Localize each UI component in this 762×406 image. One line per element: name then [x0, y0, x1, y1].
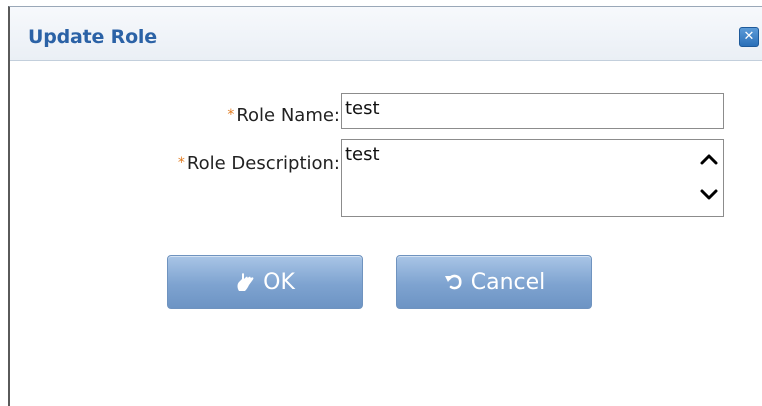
role-name-input[interactable]: test	[341, 93, 724, 129]
ok-button[interactable]: OK	[167, 255, 363, 309]
update-role-dialog: Update Role ✕ * Role Name: test * Role Des…	[8, 6, 762, 406]
undo-arrow-icon	[443, 271, 465, 293]
role-name-label: * Role Name:	[227, 105, 340, 126]
role-name-value: test	[345, 98, 380, 119]
close-icon[interactable]: ✕	[739, 27, 759, 47]
cancel-button[interactable]: Cancel	[396, 255, 592, 309]
role-description-label-text: Role Description:	[186, 153, 340, 174]
role-description-label: * Role Description:	[178, 153, 340, 174]
required-mark: *	[177, 155, 185, 171]
role-description-textarea[interactable]: test	[341, 139, 724, 217]
ok-button-label: OK	[263, 269, 295, 295]
required-mark: *	[227, 107, 235, 123]
textarea-scrollbar[interactable]	[699, 146, 719, 208]
cancel-button-label: Cancel	[470, 269, 546, 295]
dialog-titlebar: Update Role ✕	[10, 7, 762, 61]
hand-ok-icon	[235, 271, 257, 293]
role-description-value: test	[345, 144, 380, 165]
scroll-down-icon[interactable]	[700, 189, 718, 200]
role-name-label-text: Role Name:	[236, 105, 340, 126]
dialog-title: Update Role	[28, 26, 157, 48]
scroll-up-icon[interactable]	[700, 154, 718, 165]
